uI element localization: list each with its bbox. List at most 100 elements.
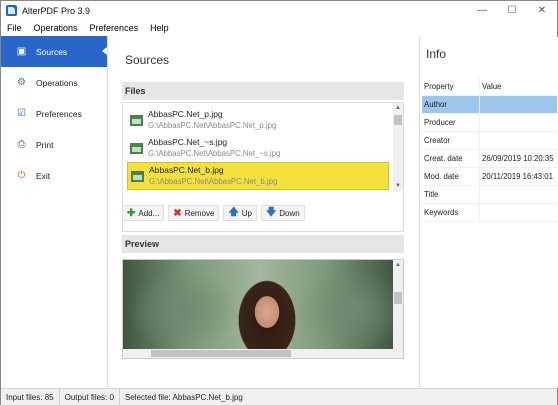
image-file-icon	[130, 142, 143, 154]
table-row[interactable]: Producer	[422, 114, 557, 132]
property-key: Creat. date	[422, 150, 480, 167]
sources-panel: Sources Files AbbasPC.Net_p.jpg G:\Abbas…	[118, 43, 405, 388]
list-item[interactable]: AbbasPC.Net_~s.jpg G:\AbbasPC.Net\AbbasP…	[127, 134, 389, 162]
file-name: AbbasPC.Net_~s.jpg	[148, 137, 228, 147]
sidebar-item-label: Operations	[36, 77, 78, 88]
list-item[interactable]: AbbasPC.Net_p.jpg G:\AbbasPC.Net\AbbasPC…	[127, 106, 389, 134]
files-header: Files	[122, 82, 404, 100]
close-button[interactable]: ✕	[527, 1, 557, 20]
property-key: Keywords	[422, 204, 480, 221]
title-bar: AlterPDF Pro 3.9 — ☐ ✕	[1, 1, 557, 20]
table-row[interactable]: Creat. date 26/09/2019 10:20:35	[422, 150, 557, 168]
table-row[interactable]: Author	[422, 96, 557, 114]
remove-icon: ✖	[173, 207, 182, 219]
property-value[interactable]: 20/11/2019 16:43:01	[480, 168, 557, 185]
preview-image	[123, 260, 395, 358]
property-value[interactable]	[480, 204, 557, 221]
menu-file[interactable]: File	[1, 23, 28, 33]
property-key: Author	[422, 96, 480, 113]
table-row[interactable]: Keywords	[422, 204, 557, 222]
sidebar-item-label: Print	[36, 139, 54, 150]
property-value[interactable]: 26/09/2019 10:20:35	[480, 150, 557, 167]
status-bar: Input files: 85 Output files: 0 Selected…	[1, 388, 557, 405]
sidebar-item-label: Exit	[36, 170, 51, 181]
add-button[interactable]: ✚ Add...	[122, 205, 165, 221]
arrow-down-icon: 🡇	[266, 206, 277, 218]
property-value[interactable]	[480, 132, 557, 149]
scroll-down-icon[interactable]: ▼	[393, 181, 403, 191]
power-icon: ⏻	[17, 170, 26, 181]
up-button-label: Up	[241, 208, 252, 218]
sidebar-nav: ▣ Sources ⚙ Operations ☑ Preferences ⎙ P…	[1, 36, 108, 388]
column-header-property: Property	[422, 78, 480, 95]
table-row[interactable]: Creator	[422, 132, 557, 150]
file-name: AbbasPC.Net_p.jpg	[148, 109, 223, 119]
gear-icon: ⚙	[17, 77, 26, 88]
app-window: AlterPDF Pro 3.9 — ☐ ✕ File Operations P…	[0, 0, 558, 405]
file-path: G:\AbbasPC.Net\AbbasPC.Net_p.jpg	[148, 121, 277, 130]
printer-icon: ⎙	[17, 139, 26, 150]
info-title: Info	[426, 47, 447, 61]
sidebar-item-preferences[interactable]: ☑ Preferences	[1, 98, 107, 129]
menu-bar: File Operations Preferences Help	[1, 20, 557, 35]
down-button-label: Down	[279, 208, 300, 218]
checklist-icon: ☑	[17, 108, 26, 119]
plus-icon: ✚	[127, 207, 136, 219]
property-key: Producer	[422, 114, 480, 131]
status-input-files: Input files: 85	[1, 389, 60, 405]
menu-operations[interactable]: Operations	[28, 23, 84, 33]
arrow-up-icon: 🡅	[228, 206, 239, 218]
sidebar-item-exit[interactable]: ⏻ Exit	[1, 160, 107, 191]
property-value[interactable]	[480, 114, 557, 131]
column-header-value: Value	[482, 82, 502, 91]
property-key: Title	[422, 186, 480, 203]
scroll-up-icon[interactable]: ▲	[393, 103, 403, 113]
move-down-button[interactable]: 🡇 Down	[261, 205, 305, 221]
page-title: Sources	[125, 53, 170, 67]
remove-button[interactable]: ✖ Remove	[168, 205, 220, 221]
table-row[interactable]: Mod. date 20/11/2019 16:43:01	[422, 168, 557, 186]
files-scrollbar[interactable]: ▲ ▼	[393, 103, 403, 191]
sidebar-item-print[interactable]: ⎙ Print	[1, 129, 107, 160]
add-button-label: Add...	[138, 208, 160, 218]
file-toolbar: ✚ Add... ✖ Remove 🡅 Up 🡇 Down	[122, 205, 305, 223]
scroll-thumb[interactable]	[151, 350, 291, 357]
status-output-files: Output files: 0	[60, 389, 120, 405]
window-controls: — ☐ ✕	[467, 1, 557, 20]
preview-vscrollbar[interactable]: ▲	[393, 260, 403, 358]
minimize-button[interactable]: —	[467, 1, 497, 20]
file-name: AbbasPC.Net_b.jpg	[149, 165, 224, 175]
image-file-icon	[130, 114, 143, 126]
sidebar-item-operations[interactable]: ⚙ Operations	[1, 67, 107, 98]
remove-button-label: Remove	[184, 208, 215, 218]
property-value[interactable]	[480, 186, 557, 203]
sidebar-item-label: Preferences	[36, 108, 82, 119]
table-header: Property Value	[422, 78, 557, 96]
sidebar-item-sources[interactable]: ▣ Sources	[1, 36, 107, 67]
list-item-selected[interactable]: AbbasPC.Net_b.jpg G:\AbbasPC.Net\AbbasPC…	[127, 162, 389, 190]
file-path: G:\AbbasPC.Net\AbbasPC.Net_b.jpg	[149, 177, 278, 186]
maximize-button[interactable]: ☐	[497, 1, 527, 20]
menu-help[interactable]: Help	[144, 23, 175, 33]
menu-preferences[interactable]: Preferences	[84, 23, 145, 33]
window-title: AlterPDF Pro 3.9	[22, 5, 91, 16]
table-row[interactable]: Title	[422, 186, 557, 204]
app-logo-icon	[6, 5, 17, 16]
property-key: Creator	[422, 132, 480, 149]
file-path: G:\AbbasPC.Net\AbbasPC.Net_~s.jpg	[148, 149, 281, 158]
status-selected-file: Selected file: AbbasPC.Net_b.jpg	[124, 392, 243, 402]
preview-hscrollbar[interactable]	[123, 349, 395, 358]
info-panel: Info Property Value Author Producer Crea…	[419, 37, 558, 388]
files-icon: ▣	[16, 46, 27, 57]
image-preview: ▲	[122, 259, 404, 359]
image-file-icon	[131, 170, 144, 182]
scroll-thumb[interactable]	[394, 292, 402, 304]
scroll-thumb[interactable]	[394, 115, 402, 125]
property-value[interactable]	[480, 96, 557, 113]
preview-header: Preview	[122, 235, 404, 253]
property-key: Mod. date	[422, 168, 480, 185]
sidebar-item-label: Sources	[36, 46, 68, 57]
info-table: Property Value Author Producer Creator C…	[422, 78, 557, 222]
move-up-button[interactable]: 🡅 Up	[223, 205, 257, 221]
scroll-up-icon[interactable]: ▲	[393, 260, 403, 270]
